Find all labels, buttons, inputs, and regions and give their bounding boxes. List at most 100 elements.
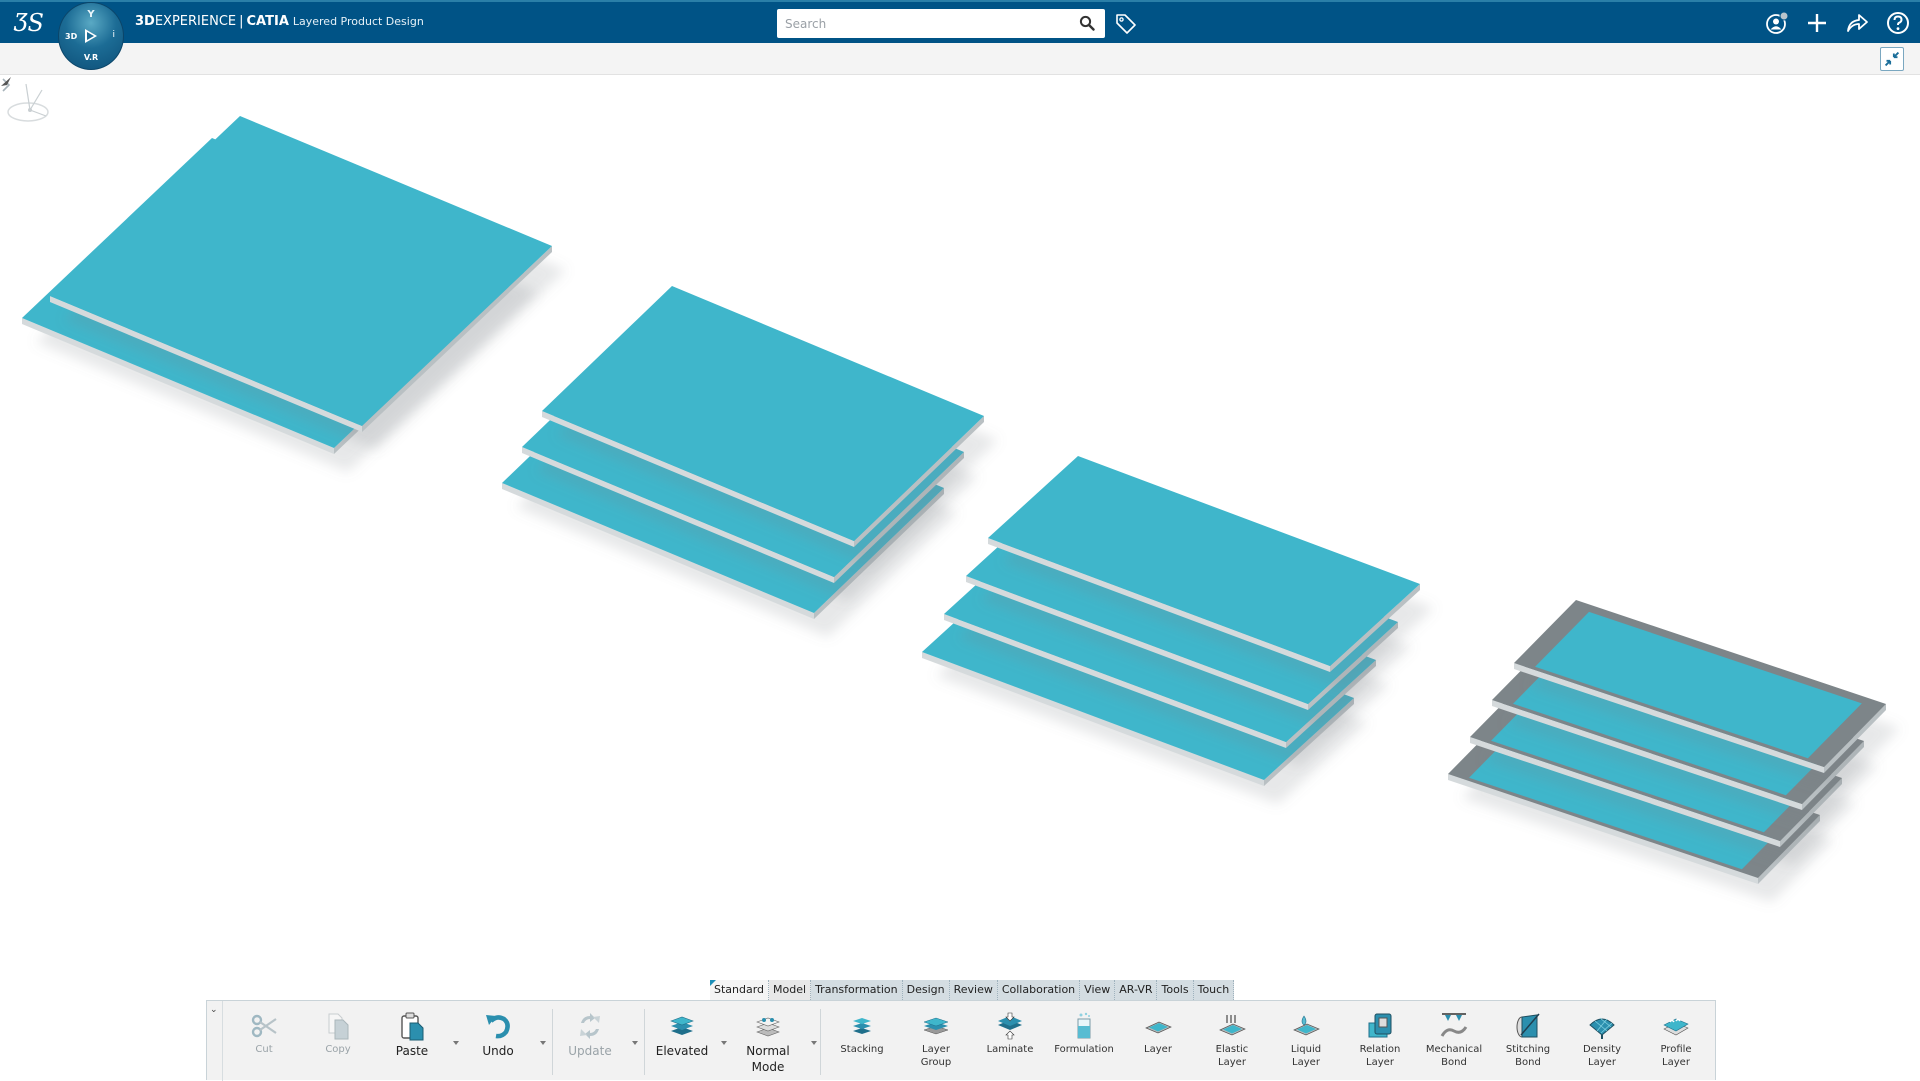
tab-review[interactable]: Review: [949, 980, 998, 1000]
exit-fullscreen-icon[interactable]: [1880, 47, 1904, 71]
search-box: [777, 9, 1105, 38]
paste-icon: [401, 1012, 424, 1041]
user-profile-icon[interactable]: [1764, 10, 1790, 36]
copy-icon: [328, 1013, 349, 1040]
chevron-down-icon: ⌄: [210, 1005, 218, 1015]
relation-layer-label-line2: Layer: [1366, 1057, 1394, 1068]
tab-ar-vr[interactable]: AR-VR: [1115, 980, 1158, 1000]
3d-scene[interactable]: [0, 76, 1920, 1080]
liquid-layer-label-line2: Layer: [1292, 1057, 1320, 1068]
undo-button[interactable]: Undo: [463, 1007, 533, 1077]
play-icon[interactable]: [85, 29, 97, 43]
density-layer-label-line2: Layer: [1588, 1057, 1616, 1068]
app-name: Layered Product Design: [292, 15, 424, 28]
stitching-bond-icon: [1516, 1013, 1540, 1038]
copy-button[interactable]: Copy: [303, 1007, 373, 1077]
view-bar: [0, 43, 1920, 75]
normal-mode-dropdown-arrow[interactable]: [811, 1041, 817, 1045]
compass-widget[interactable]: Y 3D i V.R: [58, 2, 124, 70]
laminate-label: Laminate: [986, 1044, 1034, 1055]
mechanical-bond-label-line1: Mechanical: [1425, 1044, 1483, 1055]
add-icon[interactable]: [1804, 10, 1830, 36]
formulation-button[interactable]: Formulation: [1049, 1007, 1119, 1077]
relation-layer-label-line1: Relation: [1359, 1044, 1401, 1055]
elastic-layer-button[interactable]: Elastic Layer: [1197, 1007, 1267, 1077]
help-icon[interactable]: [1885, 10, 1911, 36]
layer-label: Layer: [1144, 1044, 1172, 1055]
relation-layer-button[interactable]: Relation Layer: [1345, 1007, 1415, 1077]
liquid-layer-button[interactable]: Liquid Layer: [1271, 1007, 1341, 1077]
tab-collaboration[interactable]: Collaboration: [997, 980, 1081, 1000]
elevated-label: Elevated: [655, 1044, 709, 1058]
profile-layer-button[interactable]: Profile Layer: [1641, 1007, 1711, 1077]
paste-dropdown-arrow[interactable]: [453, 1041, 459, 1045]
mechanical-bond-label: Mechanical Bond: [1419, 1043, 1489, 1069]
compass-social-quadrant[interactable]: Y: [59, 9, 123, 20]
tab-view[interactable]: View: [1080, 980, 1116, 1000]
layer-group-icon: [923, 1017, 949, 1035]
relation-layer-icon: [1368, 1013, 1392, 1038]
undo-icon: [486, 1015, 510, 1039]
update-dropdown-arrow[interactable]: [632, 1041, 638, 1045]
density-layer-button[interactable]: Density Layer: [1567, 1007, 1637, 1077]
elevated-button[interactable]: Elevated: [647, 1007, 717, 1077]
3d-viewport[interactable]: [0, 76, 1920, 1080]
layer-button[interactable]: Layer: [1123, 1007, 1193, 1077]
toolbar-separator: [644, 1009, 645, 1075]
tab-model[interactable]: Model: [769, 980, 812, 1000]
tab-transformation[interactable]: Transformation: [811, 980, 903, 1000]
product-name: CATIA: [246, 14, 289, 29]
cut-button[interactable]: Cut: [229, 1007, 299, 1077]
mechanical-bond-label-line2: Bond: [1441, 1057, 1467, 1068]
tab-touch[interactable]: Touch: [1193, 980, 1235, 1000]
stacking-label: Stacking: [840, 1044, 884, 1055]
mechanical-bond-button[interactable]: Mechanical Bond: [1419, 1007, 1489, 1077]
elastic-layer-label-line1: Elastic: [1215, 1044, 1249, 1055]
elevated-icon: [670, 1016, 694, 1035]
formulation-beaker-icon: [1077, 1012, 1091, 1039]
update-button[interactable]: Update: [555, 1007, 625, 1077]
elastic-layer-label: Elastic Layer: [1197, 1043, 1267, 1069]
compass-vr-quadrant[interactable]: V.R: [59, 53, 123, 62]
stitching-bond-button[interactable]: Stitching Bond: [1493, 1007, 1563, 1077]
tab-tools[interactable]: Tools: [1157, 980, 1194, 1000]
laminate-button[interactable]: Laminate: [975, 1007, 1045, 1077]
elevated-dropdown-arrow[interactable]: [721, 1041, 727, 1045]
profile-layer-label-line1: Profile: [1660, 1044, 1692, 1055]
update-label: Update: [568, 1044, 612, 1058]
brand-name: EXPERIENCE: [154, 14, 237, 29]
share-icon[interactable]: [1844, 10, 1870, 36]
liquid-layer-icon: [1293, 1015, 1320, 1036]
liquid-layer-label-line1: Liquid: [1290, 1044, 1322, 1055]
profile-layer-label: Profile Layer: [1641, 1043, 1711, 1069]
action-bar: ⌄ Cut Copy Paste Undo Update Elevated No…: [206, 1000, 1716, 1081]
normal-mode-button[interactable]: Normal Mode: [733, 1007, 803, 1077]
stitching-bond-label: Stitching Bond: [1493, 1043, 1563, 1069]
compass-info-quadrant[interactable]: i: [112, 30, 115, 40]
profile-layer-icon: [1663, 1018, 1689, 1036]
scissors-icon: [251, 1014, 277, 1038]
elastic-layer-icon: [1219, 1015, 1246, 1036]
collapse-action-bar-button[interactable]: ⌄: [207, 1001, 223, 1081]
tab-standard[interactable]: Standard: [710, 980, 770, 1000]
copy-label: Copy: [325, 1044, 351, 1055]
stitching-bond-label-line2: Bond: [1515, 1057, 1541, 1068]
search-input[interactable]: [785, 9, 1065, 38]
undo-dropdown-arrow[interactable]: [540, 1041, 546, 1045]
stack-2-layers-layer-top-face[interactable]: [50, 116, 552, 426]
compass-3d-quadrant[interactable]: 3D: [65, 32, 77, 41]
title-separator: |: [239, 14, 244, 29]
mechanical-bond-icon: [1440, 1013, 1468, 1037]
toolbar-separator: [820, 1009, 821, 1075]
density-layer-label: Density Layer: [1567, 1043, 1637, 1069]
stacking-button[interactable]: Stacking: [827, 1007, 897, 1077]
profile-layer-label-line2: Layer: [1662, 1057, 1690, 1068]
search-icon[interactable]: [1079, 15, 1095, 31]
paste-button[interactable]: Paste: [377, 1007, 447, 1077]
dassault-logo[interactable]: ƷS: [14, 8, 48, 38]
layer-group-button[interactable]: Layer Group: [901, 1007, 971, 1077]
tab-design[interactable]: Design: [902, 980, 950, 1000]
normal-mode-label-line2: Mode: [751, 1060, 785, 1074]
tag-icon[interactable]: [1114, 12, 1138, 34]
density-layer-label-line1: Density: [1582, 1044, 1622, 1055]
